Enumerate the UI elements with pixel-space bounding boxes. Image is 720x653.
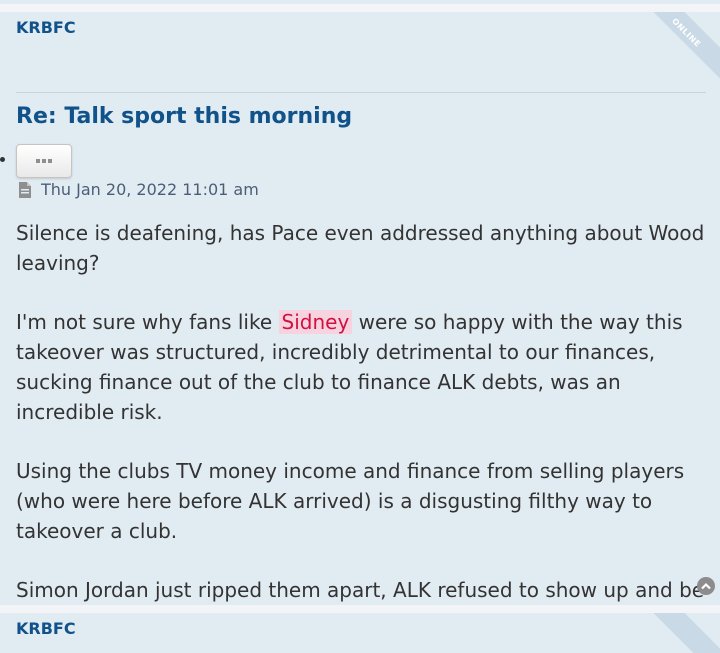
post-timestamp: Thu Jan 20, 2022 11:01 am xyxy=(41,180,259,199)
back-to-top-button[interactable] xyxy=(697,577,715,595)
post-actions-button[interactable] xyxy=(16,144,72,178)
post-author-link[interactable]: KRBFC xyxy=(16,18,76,37)
online-ribbon xyxy=(637,613,720,653)
previous-post-edge xyxy=(0,0,720,4)
file-icon[interactable] xyxy=(17,181,33,199)
next-post: KRBFC xyxy=(0,613,720,653)
post-title[interactable]: Re: Talk sport this morning xyxy=(16,104,352,129)
post-paragraph: I'm not sure why fans like Sidney were s… xyxy=(16,307,716,427)
ellipsis-icon xyxy=(36,159,52,163)
post-paragraph: Silence is deafening, has Pace even addr… xyxy=(16,221,705,275)
paragraph-text: I'm not sure why fans like xyxy=(16,310,279,334)
next-post-author-link[interactable]: KRBFC xyxy=(16,619,76,638)
post-paragraph: Simon Jordan just ripped them apart, ALK… xyxy=(16,578,705,602)
post-divider xyxy=(16,92,706,93)
post-paragraph: Using the clubs TV money income and fina… xyxy=(16,459,685,543)
post-content: Silence is deafening, has Pace even addr… xyxy=(16,218,716,605)
post: KRBFC ONLINE Re: Talk sport this morning… xyxy=(0,12,720,605)
chevron-up-icon xyxy=(701,582,711,590)
online-ribbon: ONLINE xyxy=(637,12,720,82)
post-meta: Thu Jan 20, 2022 11:01 am xyxy=(17,180,259,199)
user-mention-link[interactable]: Sidney xyxy=(278,310,353,334)
list-bullet xyxy=(0,157,5,162)
online-label: ONLINE xyxy=(670,16,703,49)
